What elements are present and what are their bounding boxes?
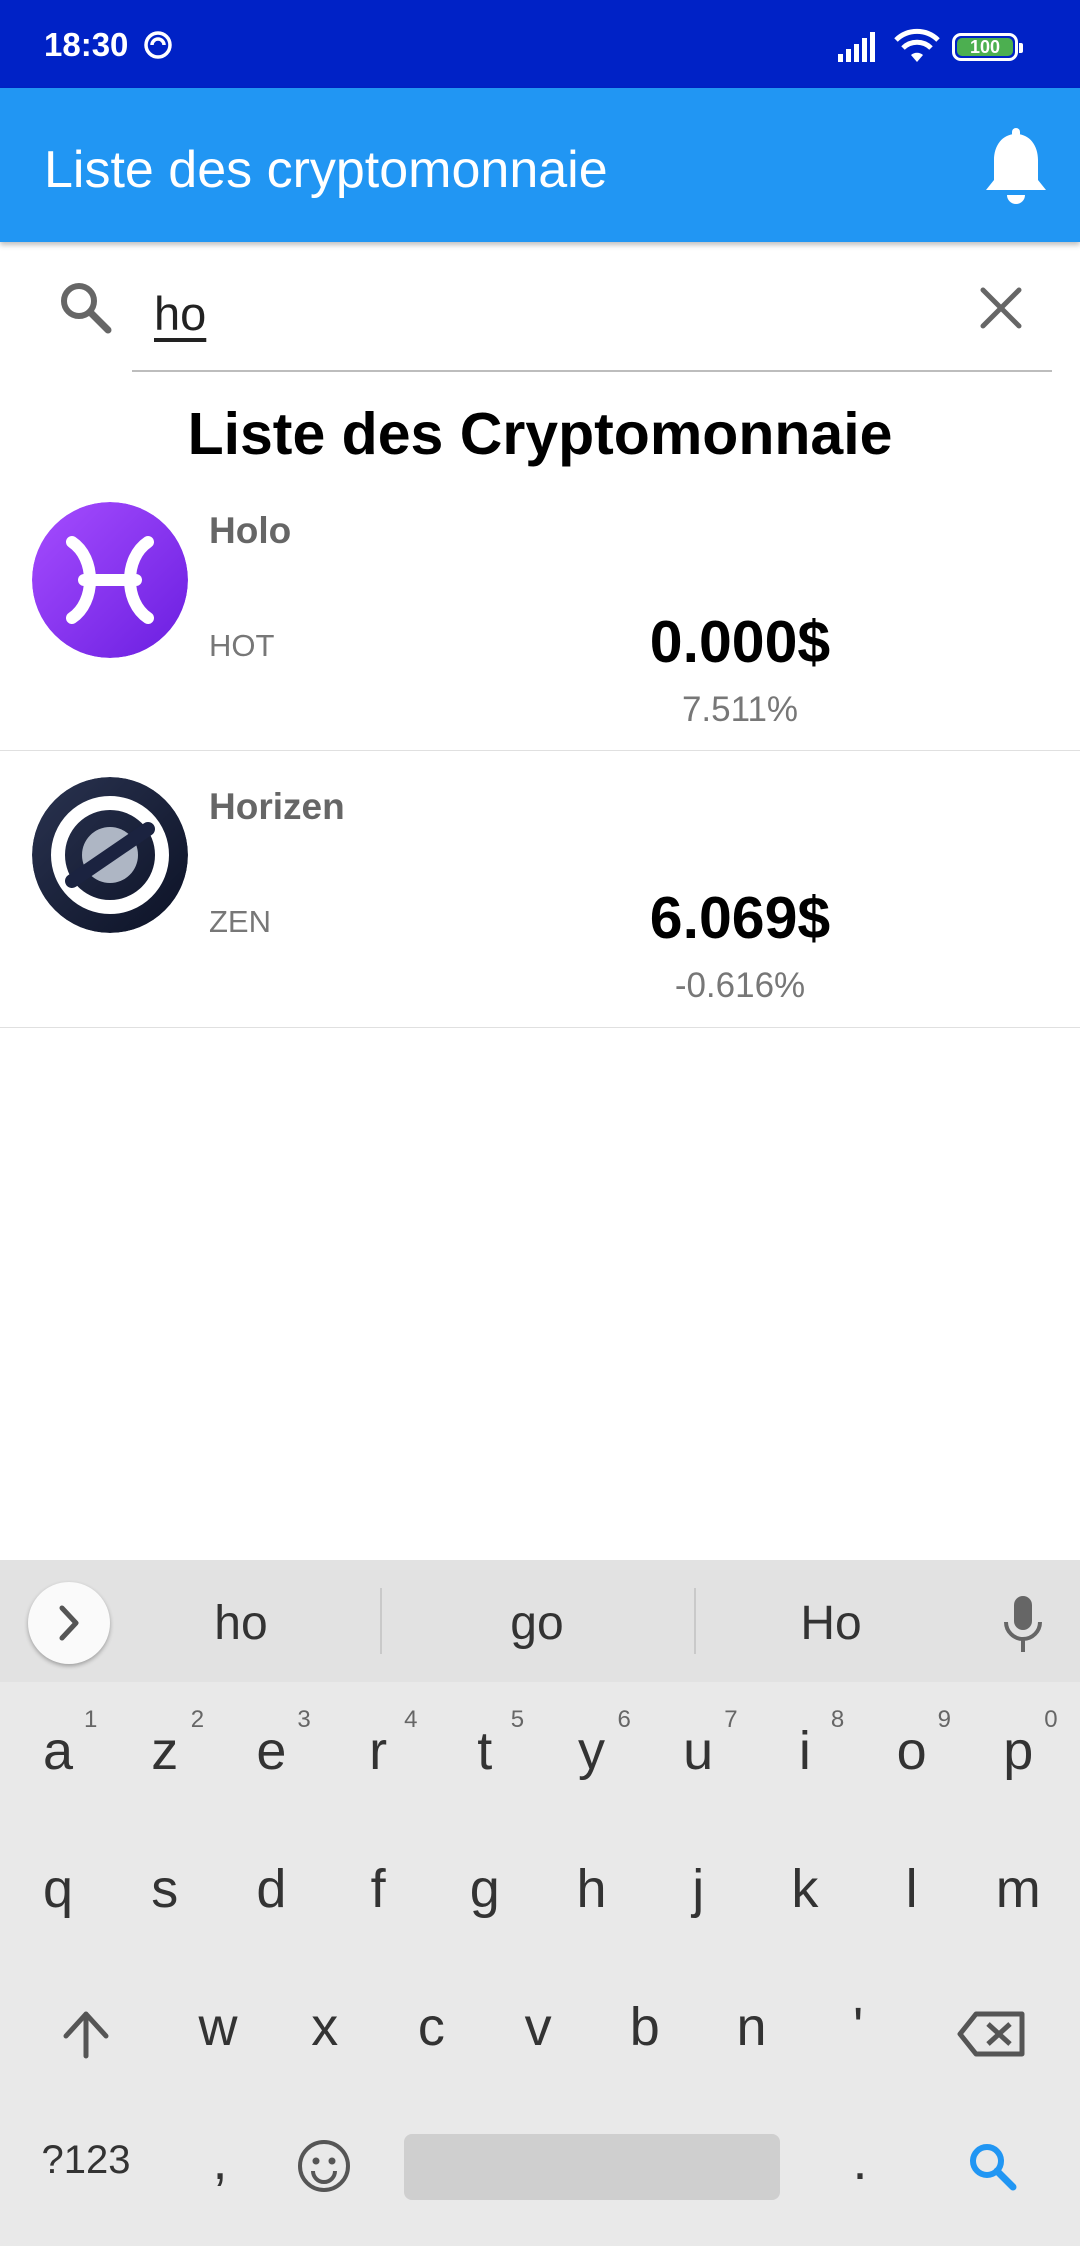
key-w[interactable]: w (168, 1996, 268, 2058)
shift-icon[interactable] (58, 2006, 114, 2062)
comma-key[interactable]: , (170, 2130, 270, 2192)
coin-symbol: HOT (209, 628, 275, 663)
holo-logo-icon (32, 502, 188, 658)
list-item[interactable]: Holo HOT 0.000$ 7.511% (0, 474, 1080, 751)
search-key-icon[interactable] (966, 2140, 1018, 2192)
key-hint: 0 (1044, 1706, 1058, 1733)
period-key[interactable]: . (810, 2130, 910, 2192)
key-hint: 2 (190, 1706, 205, 1733)
battery-level: 100 (969, 37, 1001, 57)
signal-icon (838, 32, 875, 62)
close-icon[interactable] (975, 282, 1027, 334)
key-apostrophe[interactable]: ' (808, 1996, 908, 2058)
chevron-right-icon[interactable] (28, 1582, 110, 1664)
suggestion-1[interactable]: ho (141, 1596, 341, 1651)
divider (694, 1588, 696, 1654)
coin-change: 7.511% (681, 690, 799, 729)
list-heading: Liste des Cryptomonnaie (187, 401, 893, 467)
coin-price: 0.000$ (649, 609, 831, 675)
key-hint: 6 (617, 1706, 631, 1733)
coin-name: Holo (209, 510, 292, 551)
keyboard: ho go Ho ?123 , . a1z2e3r4t5y6u7i8o9p0qs… (0, 1560, 1080, 2246)
key-n[interactable]: n (702, 1996, 802, 2058)
key-l[interactable]: l (862, 1858, 962, 1920)
key-x[interactable]: x (275, 1996, 375, 2058)
key-f[interactable]: f (328, 1858, 428, 1920)
suggestion-2[interactable]: go (437, 1596, 637, 1651)
microphone-icon[interactable] (998, 1592, 1048, 1658)
search-query: ho (154, 287, 207, 340)
coin-change: -0.616% (674, 966, 806, 1005)
key-s[interactable]: s (115, 1858, 215, 1920)
key-j[interactable]: j (648, 1858, 748, 1920)
search-icon (61, 283, 112, 334)
key-q[interactable]: q (8, 1858, 108, 1920)
key-v[interactable]: v (488, 1996, 588, 2058)
divider (380, 1588, 382, 1654)
app-bar: Liste des cryptomonnaie (0, 88, 1080, 242)
bell-icon[interactable] (980, 128, 1052, 208)
key-k[interactable]: k (755, 1858, 855, 1920)
coin-symbol: ZEN (209, 904, 271, 939)
key-h[interactable]: h (542, 1858, 642, 1920)
battery-icon: 100 (952, 33, 1023, 61)
wifi-icon (894, 28, 940, 62)
symbols-key[interactable]: ?123 (36, 2138, 136, 2183)
space-key[interactable] (404, 2134, 780, 2200)
suggestion-3[interactable]: Ho (731, 1596, 931, 1651)
key-c[interactable]: c (381, 1996, 481, 2058)
key-hint: 4 (404, 1706, 418, 1733)
search-input[interactable]: ho (132, 262, 1052, 372)
status-bar: 18:30 100 (0, 0, 1080, 88)
key-hint: 3 (297, 1706, 311, 1733)
status-time: 18:30 (44, 26, 129, 63)
key-d[interactable]: d (221, 1858, 321, 1920)
do-not-disturb-icon (144, 31, 172, 59)
key-g[interactable]: g (435, 1858, 535, 1920)
key-hint: 9 (937, 1706, 951, 1733)
key-hint: 7 (724, 1706, 738, 1733)
horizen-logo-icon (32, 777, 188, 933)
key-m[interactable]: m (968, 1858, 1068, 1920)
key-hint: 8 (830, 1706, 845, 1733)
coin-price: 6.069$ (649, 885, 831, 951)
key-b[interactable]: b (595, 1996, 695, 2058)
backspace-icon[interactable] (956, 2008, 1028, 2060)
app-title: Liste des cryptomonnaie (44, 141, 608, 199)
key-hint: 5 (510, 1706, 525, 1733)
suggestion-bar: ho go Ho (0, 1560, 1080, 1682)
key-hint: 1 (84, 1706, 98, 1733)
list-item[interactable]: Horizen ZEN 6.069$ -0.616% (0, 751, 1080, 1028)
emoji-icon[interactable] (296, 2138, 352, 2194)
coin-name: Horizen (209, 786, 345, 827)
